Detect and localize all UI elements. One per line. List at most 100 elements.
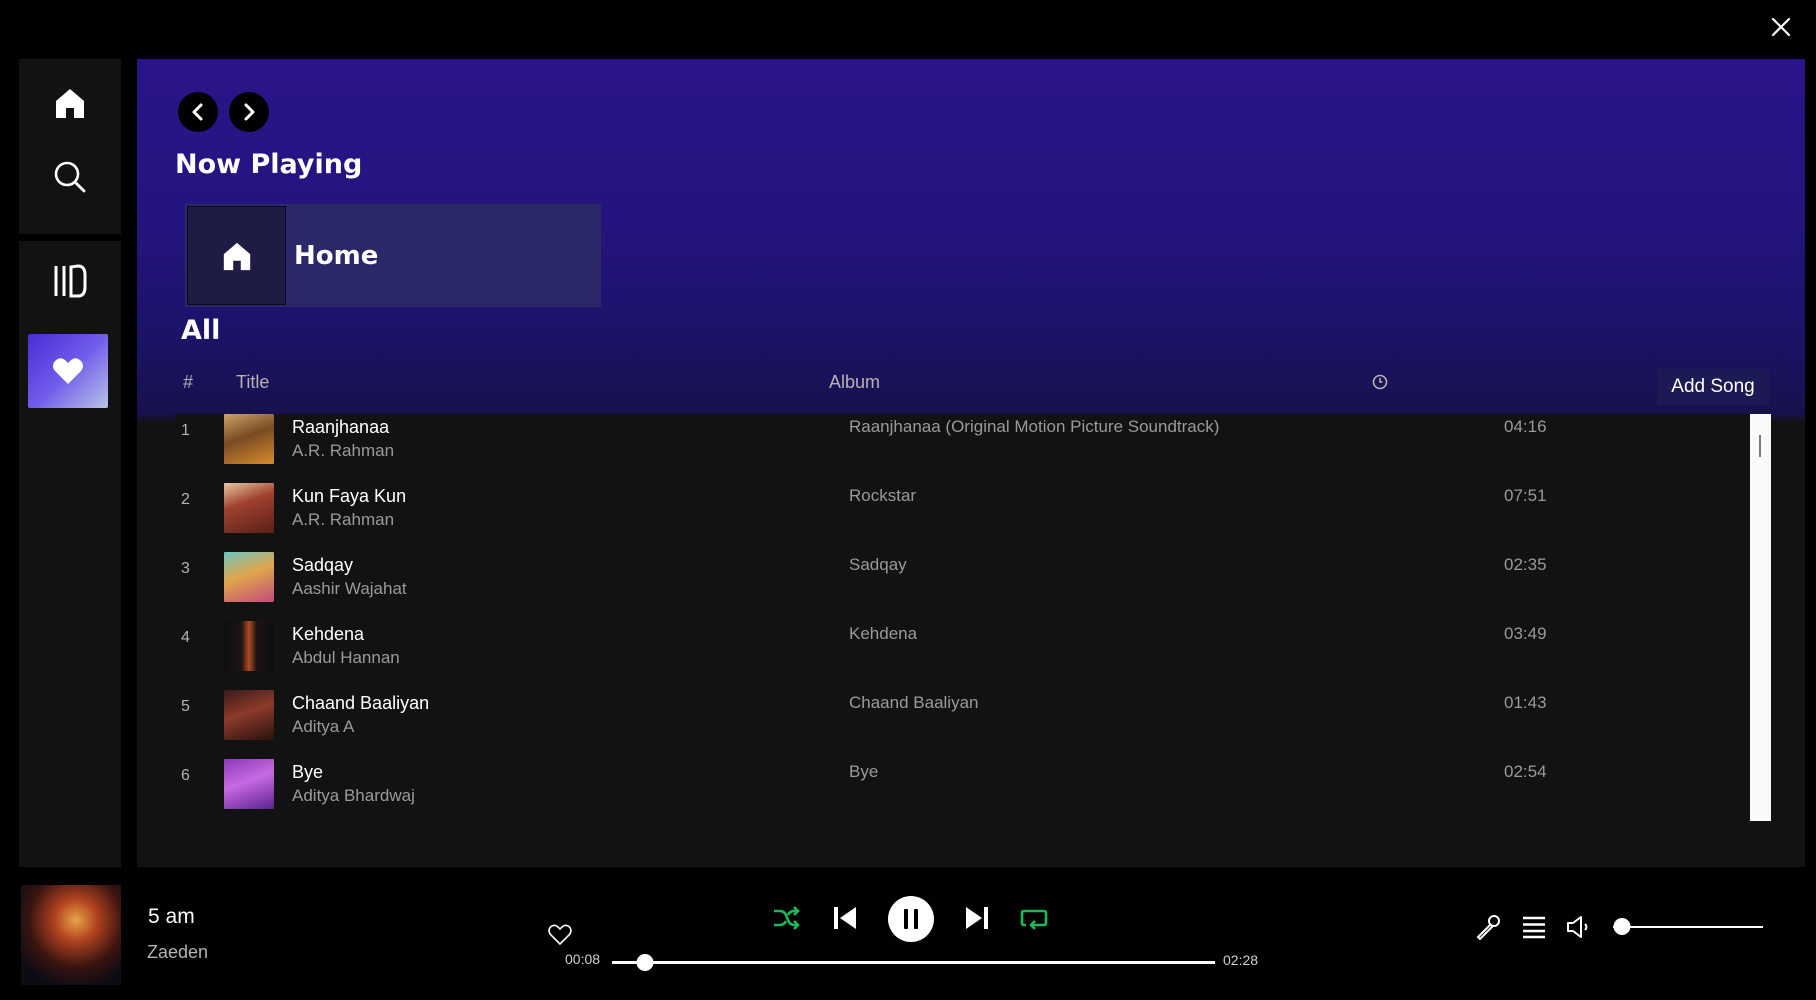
table-row[interactable]: 3 Sadqay Aashir Wajahat Sadqay 02:35 [175, 552, 1755, 621]
track-cover [224, 690, 274, 740]
now-playing-title[interactable]: 5 am [148, 905, 195, 929]
repeat-icon [1020, 909, 1048, 930]
add-song-button[interactable]: Add Song [1657, 369, 1769, 405]
elapsed-time: 00:08 [565, 951, 601, 967]
home-icon [56, 89, 84, 118]
close-icon [1771, 17, 1791, 37]
table-row[interactable]: 5 Chaand Baaliyan Aditya A Chaand Baaliy… [175, 690, 1755, 759]
queue-button[interactable] [1519, 913, 1549, 941]
previous-button[interactable] [830, 903, 860, 933]
track-number: 6 [181, 767, 190, 784]
repeat-button[interactable] [1019, 903, 1049, 933]
track-album[interactable]: Kehdena [849, 624, 917, 644]
track-list: 1 Raanjhanaa A.R. Rahman Raanjhanaa (Ori… [175, 414, 1769, 820]
track-title: Sadqay [292, 555, 354, 575]
now-playing-cover [21, 885, 121, 985]
close-button[interactable] [1768, 14, 1794, 40]
column-header-title[interactable]: Title [236, 372, 269, 393]
track-album[interactable]: Rockstar [849, 486, 916, 506]
page-title: Now Playing [175, 149, 363, 180]
chevron-left-icon [192, 103, 203, 121]
column-header-album[interactable]: Album [829, 372, 880, 393]
track-duration: 01:43 [1504, 693, 1547, 712]
home-card-label: Home [294, 240, 379, 271]
track-list-scrollbar[interactable] [1750, 414, 1771, 821]
table-row[interactable]: 6 Bye Aditya Bhardwaj Bye 02:54 [175, 759, 1755, 820]
volume-knob[interactable] [1613, 918, 1631, 935]
play-pause-button[interactable] [888, 896, 934, 942]
section-title: All [181, 315, 221, 346]
lyrics-button[interactable] [1473, 912, 1503, 942]
total-time: 02:28 [1223, 952, 1259, 968]
track-number: 1 [181, 422, 190, 439]
track-cover [224, 414, 274, 464]
library-icon [54, 264, 87, 298]
previous-icon [834, 907, 856, 929]
volume-icon [1567, 916, 1588, 938]
now-playing-artist[interactable]: Zaeden [147, 942, 208, 963]
sidebar-item-library[interactable] [52, 263, 88, 304]
sidebar-item-home[interactable] [53, 86, 87, 125]
track-number: 3 [181, 560, 190, 577]
next-icon [966, 907, 988, 929]
table-row[interactable]: 4 Kehdena Abdul Hannan Kehdena 03:49 [175, 621, 1755, 690]
history-navigation [178, 92, 269, 132]
table-row[interactable]: 2 Kun Faya Kun A.R. Rahman Rockstar 07:5… [175, 483, 1755, 552]
track-album[interactable]: Raanjhanaa (Original Motion Picture Soun… [849, 417, 1219, 437]
track-artist[interactable]: A.R. Rahman [292, 510, 394, 530]
shuffle-button[interactable] [771, 903, 801, 933]
home-card-thumbnail [187, 206, 286, 305]
track-title: Kun Faya Kun [292, 486, 407, 506]
progress-bar[interactable] [612, 954, 1215, 971]
home-icon [223, 242, 250, 270]
track-number: 5 [181, 698, 190, 715]
music-player-window: Now Playing Home All # Title Album Add S… [0, 0, 1816, 1000]
sidebar-library [19, 241, 121, 867]
clock-icon [1372, 374, 1388, 390]
back-button[interactable] [178, 92, 218, 132]
scrollbar-thumb[interactable] [1759, 435, 1761, 457]
track-artist[interactable]: Aashir Wajahat [292, 579, 407, 599]
track-artist[interactable]: Aditya A [292, 717, 354, 737]
track-number: 4 [181, 629, 190, 646]
next-button[interactable] [962, 903, 992, 933]
track-artist[interactable]: A.R. Rahman [292, 441, 394, 461]
track-album[interactable]: Chaand Baaliyan [849, 693, 978, 713]
lyrics-mic-icon [1476, 915, 1500, 941]
track-number: 2 [181, 491, 190, 508]
forward-button[interactable] [229, 92, 269, 132]
track-title: Kehdena [292, 624, 365, 644]
home-shortcut-card[interactable]: Home [185, 204, 601, 307]
track-artist[interactable]: Aditya Bhardwaj [292, 786, 415, 806]
track-title: Bye [292, 762, 324, 782]
track-cover [224, 552, 274, 602]
sidebar-item-liked-songs[interactable] [28, 334, 108, 408]
pause-icon [904, 909, 918, 929]
track-title: Chaand Baaliyan [292, 693, 430, 713]
like-button[interactable] [548, 924, 572, 951]
track-album[interactable]: Sadqay [849, 555, 907, 575]
track-cover [224, 759, 274, 809]
column-header-number: # [183, 372, 194, 392]
track-duration: 04:16 [1504, 417, 1547, 436]
track-cover [224, 483, 274, 533]
track-duration: 03:49 [1504, 624, 1547, 643]
main-content: Now Playing Home All # Title Album Add S… [137, 59, 1805, 867]
volume-slider[interactable] [1613, 918, 1763, 935]
track-duration: 02:35 [1504, 555, 1547, 574]
progress-knob[interactable] [636, 954, 654, 971]
sidebar-item-search[interactable] [53, 160, 87, 199]
track-album[interactable]: Bye [849, 762, 878, 782]
track-title: Raanjhanaa [292, 417, 390, 437]
shuffle-icon [774, 906, 800, 930]
track-cover [224, 621, 274, 671]
track-artist[interactable]: Abdul Hannan [292, 648, 400, 668]
table-row[interactable]: 1 Raanjhanaa A.R. Rahman Raanjhanaa (Ori… [175, 414, 1755, 483]
chevron-right-icon [244, 103, 255, 121]
queue-icon [1523, 916, 1545, 939]
heart-icon [53, 358, 83, 384]
sidebar-nav [19, 59, 121, 234]
heart-outline-icon [548, 924, 572, 946]
volume-button[interactable] [1563, 912, 1593, 942]
column-header-duration[interactable] [1372, 374, 1388, 395]
